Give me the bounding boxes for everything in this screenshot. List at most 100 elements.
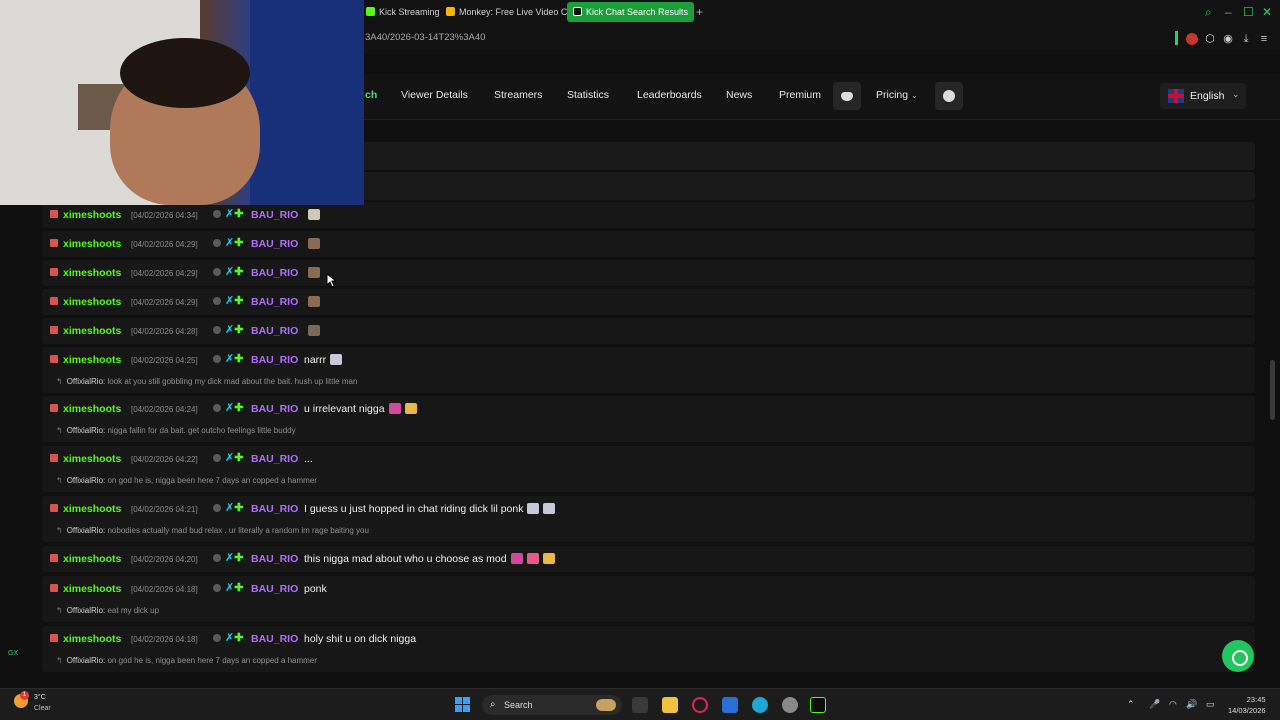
moderator-badge-icon: ✗✚ [225, 582, 244, 594]
chat-message-row[interactable]: ximeshoots [04/02/2026 04:24] ✗✚ BAU_RIO u i… [42, 396, 1255, 442]
tab-kick-chat-search[interactable]: Kick Chat Search Results [567, 2, 695, 22]
chat-message-row[interactable]: ximeshoots [04/02/2026 04:28] ✗✚ BAU_RIO [42, 318, 1255, 344]
chat-message-row[interactable]: ximeshoots [04/02/2026 04:29] ✗✚ BAU_RIO [42, 231, 1255, 257]
volume-icon[interactable]: 🔊 [1186, 699, 1197, 710]
channel-name[interactable]: BAU_RIO [251, 503, 298, 515]
channel-name[interactable]: BAU_RIO [251, 453, 298, 465]
info-icon[interactable] [213, 268, 221, 276]
nav-leaderboards[interactable]: Leaderboards [637, 89, 702, 101]
language-selector[interactable]: English ⌄ [1160, 83, 1246, 109]
minimize-icon[interactable]: – [1225, 4, 1232, 20]
channel-name[interactable]: BAU_RIO [251, 403, 298, 415]
info-icon[interactable] [213, 554, 221, 562]
tab-kick-streaming[interactable]: Kick Streaming [360, 2, 446, 22]
store-icon[interactable] [722, 697, 738, 713]
chat-message-row[interactable]: ximeshoots [04/02/2026 04:21] ✗✚ BAU_RIO I g… [42, 496, 1255, 542]
opera-gx-icon[interactable] [692, 697, 708, 713]
channel-name[interactable]: BAU_RIO [251, 238, 298, 250]
info-icon[interactable] [213, 454, 221, 462]
info-icon[interactable] [213, 355, 221, 363]
chat-message-row[interactable]: ximeshoots [04/02/2026 04:34] ✗✚ BAU_RIO [42, 202, 1255, 228]
sender-username[interactable]: ximeshoots [50, 354, 121, 366]
channel-name[interactable]: BAU_RIO [251, 325, 298, 337]
channel-name[interactable]: BAU_RIO [251, 296, 298, 308]
nav-premium[interactable]: Premium [779, 89, 821, 101]
nav-pricing[interactable]: Pricing ⌄ [876, 89, 918, 101]
chrome-icon[interactable] [782, 697, 798, 713]
language-label: English [1190, 90, 1225, 102]
chat-message-row[interactable]: ximeshoots [04/02/2026 04:22] ✗✚ BAU_RIO...… [42, 446, 1255, 492]
tray-chevron-icon[interactable]: ⌃ [1127, 699, 1135, 710]
wifi-icon[interactable]: ◠ [1169, 699, 1177, 710]
sender-username[interactable]: ximeshoots [50, 503, 121, 515]
nav-news[interactable]: News [726, 89, 752, 101]
battery-icon[interactable]: ▭ [1206, 699, 1215, 710]
maximize-icon[interactable]: ☐ [1243, 4, 1254, 20]
nav-statistics[interactable]: Statistics [567, 89, 609, 101]
share-button[interactable] [1222, 640, 1254, 672]
system-clock[interactable]: 23:45 14/03/2026 [1228, 694, 1266, 716]
taskbar-search[interactable]: ⌕ Search [482, 695, 622, 715]
emote-icon [330, 354, 343, 365]
info-icon[interactable] [213, 634, 221, 642]
nav-streamers[interactable]: Streamers [494, 89, 542, 101]
channel-name[interactable]: BAU_RIO [251, 354, 298, 366]
channel-name[interactable]: BAU_RIO [251, 267, 298, 279]
channel-name[interactable]: BAU_RIO [251, 209, 298, 221]
browser-search-icon[interactable]: ⌕ [1205, 4, 1212, 20]
sender-username[interactable]: ximeshoots [50, 633, 121, 645]
info-icon[interactable] [213, 504, 221, 512]
close-icon[interactable]: ✕ [1262, 4, 1272, 20]
channel-name[interactable]: BAU_RIO [251, 553, 298, 565]
sender-username[interactable]: ximeshoots [50, 325, 121, 337]
menu-icon[interactable]: ≡ [1258, 33, 1270, 45]
sender-username[interactable]: ximeshoots [50, 296, 121, 308]
info-icon[interactable] [213, 584, 221, 592]
sender-username[interactable]: ximeshoots [50, 267, 121, 279]
sender-username[interactable]: ximeshoots [50, 553, 121, 565]
account-icon[interactable] [935, 82, 963, 110]
emote-icon [543, 503, 556, 514]
discord-icon[interactable] [833, 82, 861, 110]
pricing-label: Pricing [876, 89, 909, 101]
info-icon[interactable] [213, 404, 221, 412]
edge-icon[interactable] [752, 697, 768, 713]
start-icon[interactable] [455, 697, 471, 713]
adblock-icon[interactable] [1186, 33, 1198, 45]
nav-viewer-details[interactable]: Viewer Details [401, 89, 468, 101]
chat-message-row[interactable]: ximeshoots [04/02/2026 04:20] ✗✚ BAU_RIO thi… [42, 546, 1255, 572]
file-explorer-icon[interactable] [662, 697, 678, 713]
kick-app-icon[interactable] [810, 697, 826, 713]
channel-name[interactable]: BAU_RIO [251, 633, 298, 645]
microphone-icon[interactable]: 🎤 [1149, 699, 1160, 710]
message-text: this nigga mad about who u choose as mod [304, 553, 507, 565]
nav-search-partial[interactable]: ch [365, 89, 377, 101]
info-icon[interactable] [213, 239, 221, 247]
tab-monkey[interactable]: Monkey: Free Live Video C [440, 2, 573, 22]
chat-message-row[interactable]: ximeshoots [04/02/2026 04:29] ✗✚ BAU_RIO [42, 260, 1255, 286]
sender-username[interactable]: ximeshoots [50, 238, 121, 250]
url-text[interactable]: 3A40/2026-03-14T23%3A40 [365, 32, 485, 43]
profile-icon[interactable]: ◉ [1222, 33, 1234, 45]
chat-message-row[interactable]: ximeshoots [04/02/2026 04:18] ✗✚ BAU_RIO pon… [42, 576, 1255, 622]
channel-name[interactable]: BAU_RIO [251, 583, 298, 595]
task-view-icon[interactable] [632, 697, 648, 713]
info-icon[interactable] [213, 326, 221, 334]
sender-username[interactable]: ximeshoots [50, 453, 121, 465]
message-timestamp: [04/02/2026 04:18] [131, 635, 198, 644]
info-icon[interactable] [213, 210, 221, 218]
sender-username[interactable]: ximeshoots [50, 583, 121, 595]
sender-username[interactable]: ximeshoots [50, 403, 121, 415]
scrollbar[interactable] [1270, 360, 1275, 420]
extensions-icon[interactable]: ⬡ [1204, 33, 1216, 45]
screen: Kick Streaming Monkey: Free Live Video C… [0, 0, 1280, 720]
new-tab-plus-icon[interactable]: + [696, 5, 703, 19]
chat-message-row[interactable]: ximeshoots [04/02/2026 04:29] ✗✚ BAU_RIO [42, 289, 1255, 315]
message-timestamp: [04/02/2026 04:34] [131, 211, 198, 220]
uk-flag-icon [1168, 89, 1184, 103]
sender-username[interactable]: ximeshoots [50, 209, 121, 221]
chat-message-row[interactable]: ximeshoots [04/02/2026 04:18] ✗✚ BAU_RIO hol… [42, 626, 1255, 672]
download-icon[interactable]: ⤓ [1240, 33, 1252, 45]
info-icon[interactable] [213, 297, 221, 305]
chat-message-row[interactable]: ximeshoots [04/02/2026 04:25] ✗✚ BAU_RIO nar… [42, 347, 1255, 393]
